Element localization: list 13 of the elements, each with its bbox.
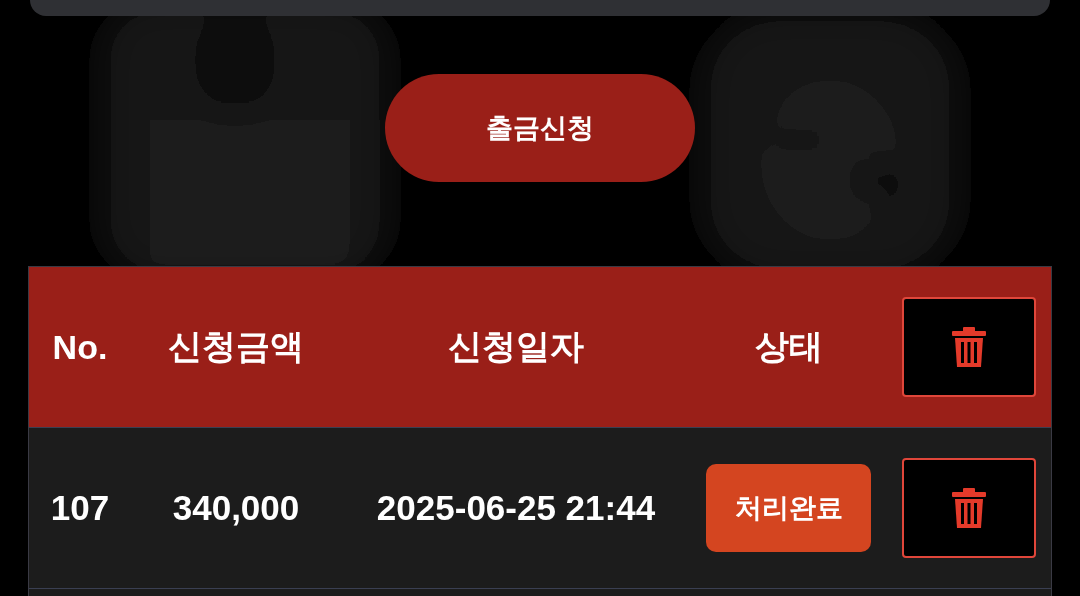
delete-button[interactable] xyxy=(901,458,1036,558)
trash-icon xyxy=(951,327,986,367)
table-cell-text: 2025-06-25 21:44 xyxy=(375,488,657,528)
table-cell-text: 340,000 xyxy=(171,488,301,528)
column-header: 신청일자 xyxy=(447,326,585,367)
trash-icon xyxy=(951,488,986,528)
column-header: 신청금액 xyxy=(167,326,305,367)
delete-all-button[interactable] xyxy=(901,297,1036,397)
withdraw-button[interactable]: 출금신청 xyxy=(385,74,695,182)
status-badge: 처리완료 xyxy=(706,464,871,552)
column-header: 상태 xyxy=(753,326,824,367)
column-header: No. xyxy=(51,327,109,367)
table-cell-text: 107 xyxy=(49,488,111,528)
